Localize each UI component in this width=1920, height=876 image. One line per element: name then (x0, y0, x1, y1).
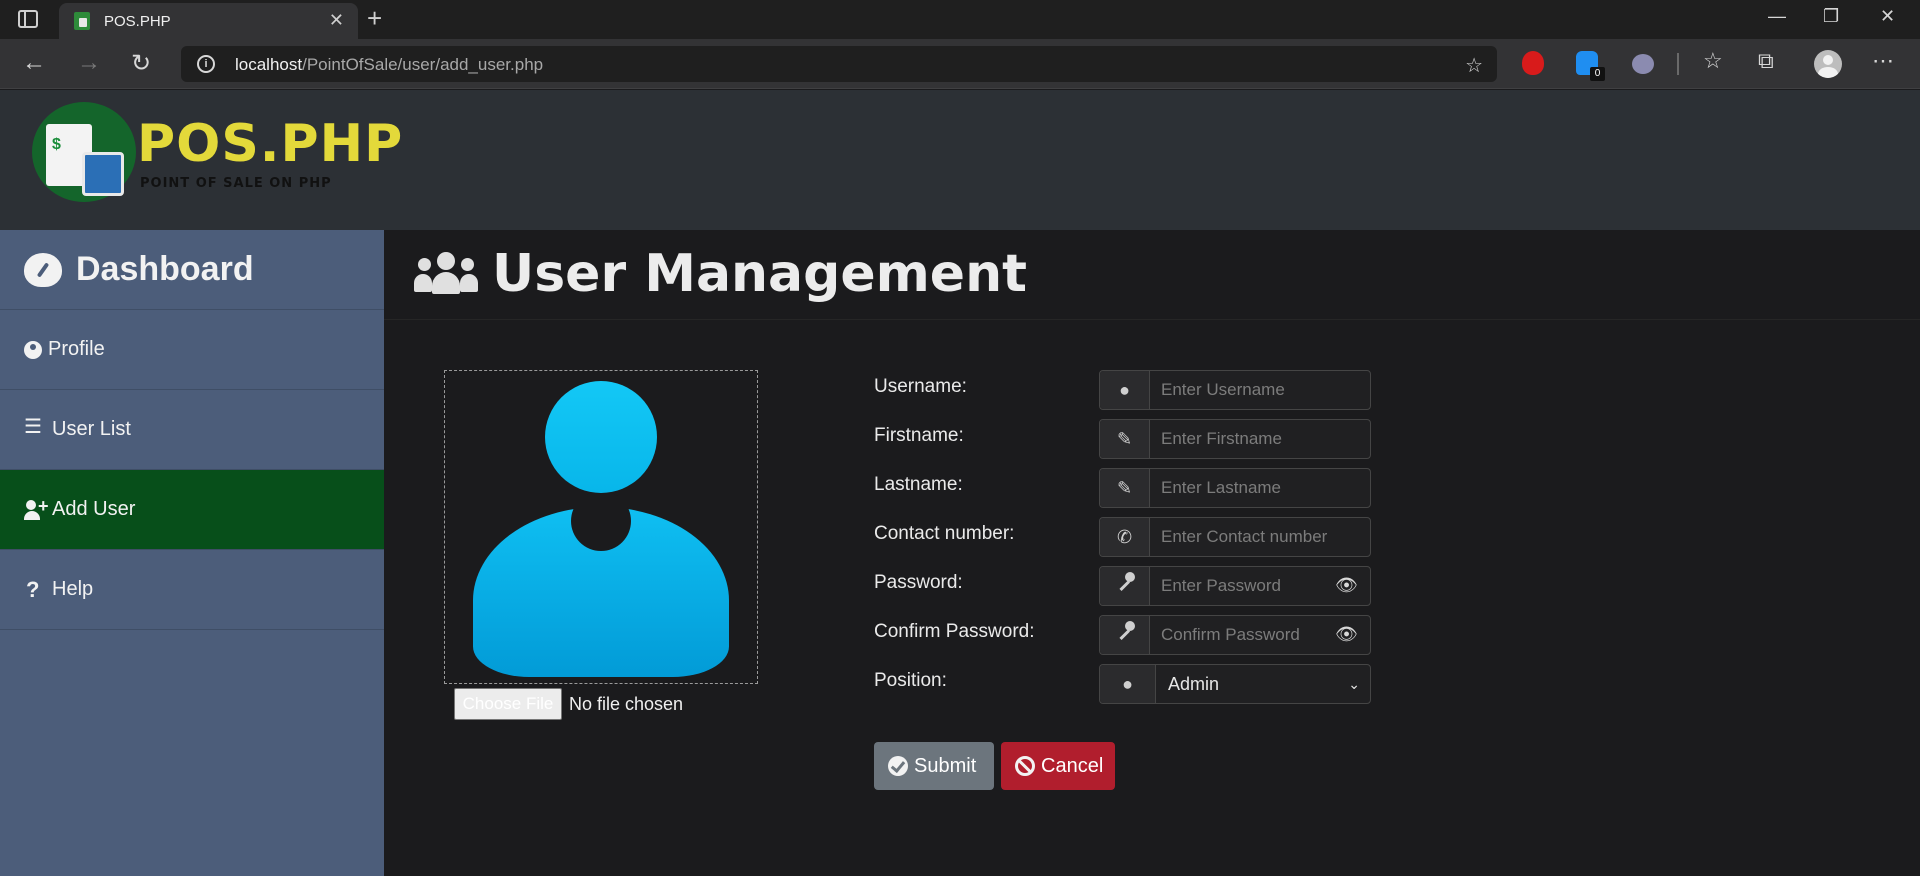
question-icon (24, 577, 46, 603)
profile-avatar[interactable] (1814, 50, 1842, 78)
restore-icon[interactable]: ❐ (1823, 6, 1839, 27)
check-circle-icon (888, 756, 908, 776)
browser-address-bar: ← → ↻ i localhost/PointOfSale/user/add_u… (0, 39, 1920, 89)
sidebar-item-add-user[interactable]: Add User (0, 470, 384, 550)
avatar-notch (571, 491, 631, 551)
sidebar-item-dashboard[interactable]: Dashboard (0, 230, 384, 310)
forward-arrow-icon[interactable]: → (77, 49, 101, 77)
logo-subtitle: POINT OF SALE ON PHP (140, 176, 332, 191)
phone-icon: ✆ (1100, 518, 1150, 556)
sidebar-item-label: Help (52, 578, 94, 600)
user-plus-icon (24, 496, 49, 520)
user-circle-icon (24, 340, 42, 359)
position-field: ● Admin ⌄ (1099, 664, 1371, 704)
submit-label: Submit (914, 754, 977, 777)
favorites-icon[interactable]: ☆ (1703, 48, 1723, 74)
sidebar-item-label: User List (52, 418, 131, 440)
pencil-icon: ✎ (1100, 420, 1150, 458)
submit-button[interactable]: Submit (874, 742, 994, 790)
username-label: Username: (874, 376, 967, 397)
logo-title: POS.PHP (137, 114, 404, 174)
page-title-bar: User Management (384, 230, 1920, 320)
position-select[interactable]: Admin ⌄ (1156, 665, 1370, 703)
sidebar-item-label: Add User (52, 498, 136, 520)
user-photo-preview (444, 370, 758, 684)
url-text: localhost/PointOfSale/user/add_user.php (235, 55, 543, 75)
cancel-button[interactable]: Cancel (1001, 742, 1115, 790)
gauge-icon (24, 252, 62, 287)
contact-input[interactable] (1151, 518, 1370, 556)
key-icon (1100, 616, 1150, 654)
url-input[interactable]: i localhost/PointOfSale/user/add_user.ph… (181, 46, 1497, 82)
browser-tab-bar: POS.PHP ✕ + — ❐ ✕ (0, 0, 1920, 39)
refresh-icon[interactable]: ↻ (131, 49, 151, 78)
url-path: /PointOfSale/user/add_user.php (302, 55, 544, 74)
toolbar-divider (1677, 53, 1679, 75)
site-info-icon[interactable]: i (197, 55, 215, 73)
add-favorite-icon[interactable]: ☆ (1465, 53, 1483, 78)
username-input[interactable] (1151, 371, 1370, 409)
tab-close-icon[interactable]: ✕ (329, 10, 344, 31)
users-icon (414, 252, 478, 298)
collections-icon[interactable]: ⧉ (1758, 48, 1774, 74)
new-tab-button[interactable]: + (367, 3, 382, 34)
lastname-input[interactable] (1151, 469, 1370, 507)
user-tag-icon: ● (1100, 665, 1156, 703)
confirm-password-field: 👁 (1099, 615, 1371, 655)
key-icon (1100, 567, 1150, 605)
lastname-field: ✎ (1099, 468, 1371, 508)
position-label: Position: (874, 670, 947, 691)
calculator-icon (82, 152, 124, 196)
cancel-label: Cancel (1041, 754, 1104, 777)
tab-title: POS.PHP (104, 13, 171, 30)
minimize-icon[interactable]: — (1768, 6, 1786, 27)
contact-field: ✆ (1099, 517, 1371, 557)
username-field: ● (1099, 370, 1371, 410)
ban-icon (1015, 756, 1035, 776)
firstname-field: ✎ (1099, 419, 1371, 459)
password-label: Password: (874, 572, 963, 593)
position-selected: Admin (1168, 674, 1220, 694)
adblock-extension-icon[interactable] (1522, 51, 1544, 75)
eye-icon[interactable]: 👁 (1335, 575, 1358, 596)
file-status: No file chosen (569, 694, 684, 714)
close-window-icon[interactable]: ✕ (1880, 6, 1895, 27)
confirm-password-label: Confirm Password: (874, 621, 1035, 642)
site-logo[interactable]: POS.PHP POINT OF SALE ON PHP (32, 102, 402, 202)
choose-file-button[interactable]: Choose File (454, 688, 562, 720)
eye-icon[interactable]: 👁 (1335, 624, 1358, 645)
sidebar-item-profile[interactable]: Profile (0, 310, 384, 390)
sidebar-item-user-list[interactable]: User List (0, 390, 384, 470)
extension-icon[interactable] (1632, 54, 1654, 74)
pencil-icon: ✎ (1100, 469, 1150, 507)
favicon-icon (74, 12, 90, 30)
sidebar: Dashboard Profile User List Add User Hel… (0, 230, 384, 876)
chevron-down-icon: ⌄ (1348, 676, 1360, 692)
sidebar-item-help[interactable]: Help (0, 550, 384, 630)
page-title: User Management (492, 244, 1027, 304)
contact-label: Contact number: (874, 523, 1015, 544)
avatar-head (545, 381, 657, 493)
url-host: localhost (235, 55, 303, 74)
extension-badge: 0 (1590, 67, 1605, 81)
password-field: 👁 (1099, 566, 1371, 606)
back-arrow-icon[interactable]: ← (22, 49, 46, 77)
user-icon: ● (1100, 371, 1150, 409)
tab-actions-icon[interactable] (18, 10, 38, 28)
list-icon (24, 418, 46, 440)
lastname-label: Lastname: (874, 474, 963, 495)
firstname-input[interactable] (1151, 420, 1370, 458)
sidebar-item-label: Dashboard (76, 250, 254, 288)
firstname-label: Firstname: (874, 425, 964, 446)
main-content: User Management Choose File No file chos… (384, 230, 1920, 876)
browser-tab[interactable]: POS.PHP ✕ (59, 3, 358, 39)
more-menu-icon[interactable]: ⋯ (1872, 48, 1894, 74)
sidebar-item-label: Profile (48, 338, 105, 360)
site-header: POS.PHP POINT OF SALE ON PHP (0, 90, 1920, 230)
